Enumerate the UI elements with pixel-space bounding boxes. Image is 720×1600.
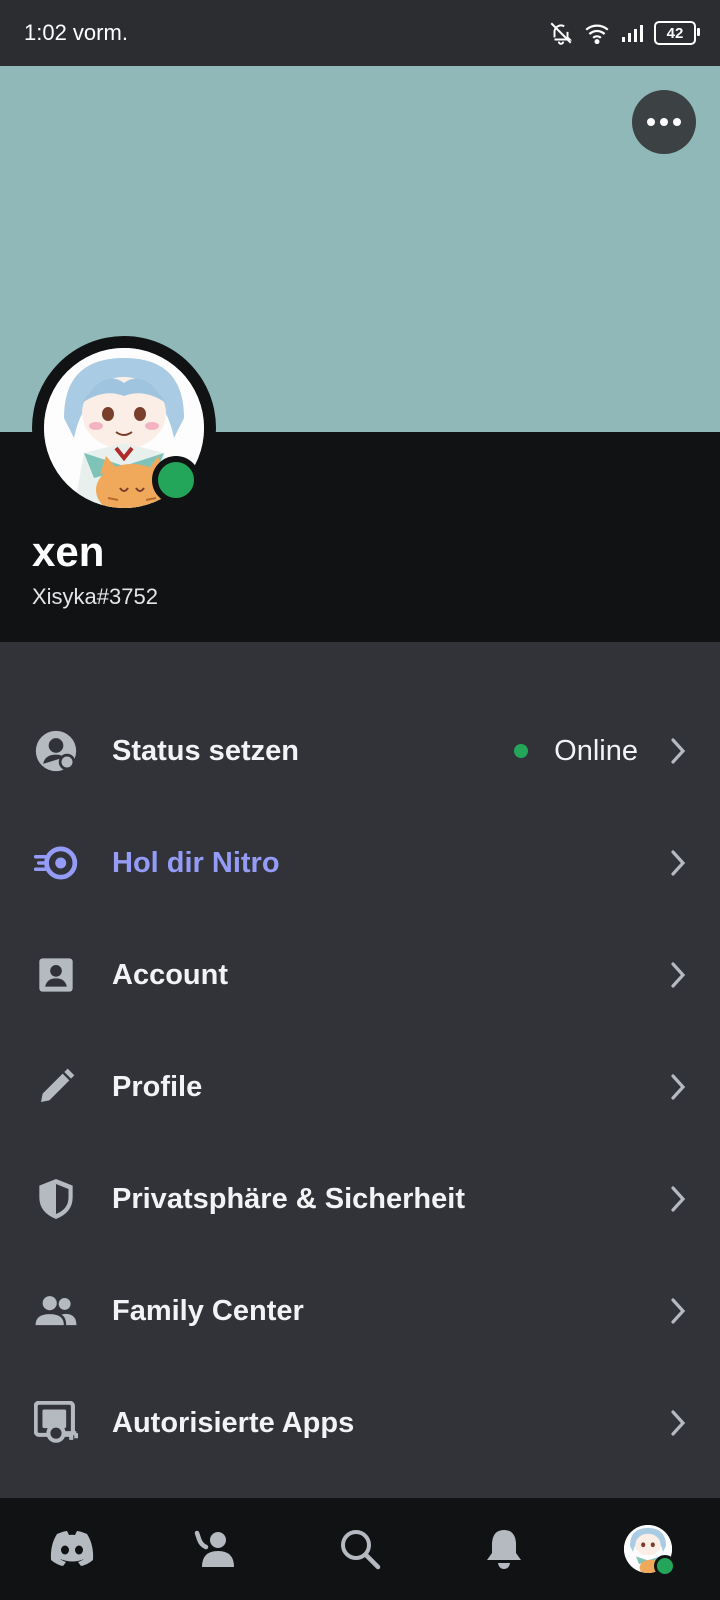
bell-muted-icon (550, 22, 573, 45)
friends-icon (194, 1530, 234, 1567)
battery-level: 42 (666, 24, 684, 42)
menu-item-label: Profile (112, 1070, 203, 1103)
menu-item-account[interactable]: Account (0, 919, 720, 1031)
menu-item-label: Autorisierte Apps (112, 1406, 355, 1439)
battery-indicator: 42 (654, 21, 700, 45)
status-icons: 42 (548, 20, 700, 46)
username: Xisyka#3752 (32, 584, 158, 609)
more-options-button[interactable] (632, 90, 696, 154)
online-status-dot (654, 1555, 676, 1577)
pencil-icon (34, 1065, 78, 1109)
menu-item-status[interactable]: Status setzen Online (0, 695, 720, 807)
menu-item-label: Status setzen (112, 734, 299, 767)
status-person-icon (34, 729, 78, 773)
online-status-dot (152, 456, 200, 504)
bottom-navigation (0, 1498, 720, 1600)
avatar-ring[interactable] (32, 336, 216, 520)
chevron-right-icon (666, 1407, 690, 1439)
menu-item-privacy[interactable]: Privatsphäre & Sicherheit (0, 1143, 720, 1255)
nav-search[interactable] (330, 1519, 390, 1579)
wifi-icon (585, 24, 609, 44)
discord-home-icon (50, 1531, 94, 1566)
menu-item-label: Hol dir Nitro (112, 846, 280, 879)
settings-menu: Status setzen Online Hol dir Nitro Accou… (0, 695, 720, 1479)
account-card-icon (34, 953, 78, 997)
menu-item-family-center[interactable]: Family Center (0, 1255, 720, 1367)
chevron-right-icon (666, 735, 690, 767)
status-time: 1:02 vorm. (24, 20, 128, 45)
menu-item-label: Account (112, 958, 228, 991)
menu-item-label: Family Center (112, 1294, 304, 1327)
nav-profile[interactable] (618, 1519, 678, 1579)
online-dot-icon (514, 744, 529, 758)
status-value-label: Online (554, 734, 638, 767)
more-dot (660, 118, 668, 126)
status-value: Online (514, 735, 638, 768)
nav-notifications[interactable] (474, 1519, 534, 1579)
more-dot (647, 118, 655, 126)
chevron-right-icon (666, 1183, 690, 1215)
chevron-right-icon (666, 1071, 690, 1103)
chevron-right-icon (666, 847, 690, 879)
menu-item-authorized-apps[interactable]: Autorisierte Apps (0, 1367, 720, 1479)
notifications-bell-icon (487, 1530, 521, 1569)
authorized-apps-icon (34, 1401, 78, 1445)
menu-item-nitro[interactable]: Hol dir Nitro (0, 807, 720, 919)
menu-item-label: Privatsphäre & Sicherheit (112, 1182, 465, 1215)
status-bar: 1:02 vorm. 42 (0, 0, 720, 66)
search-icon (341, 1530, 381, 1570)
nav-friends[interactable] (186, 1519, 246, 1579)
nitro-icon (34, 841, 78, 885)
shield-icon (34, 1177, 78, 1221)
chevron-right-icon (666, 1295, 690, 1327)
signal-icon (622, 25, 643, 42)
chevron-right-icon (666, 959, 690, 991)
menu-item-profile[interactable]: Profile (0, 1031, 720, 1143)
nav-home[interactable] (42, 1519, 102, 1579)
more-dot (673, 118, 681, 126)
display-name: xen (32, 528, 105, 575)
people-icon (34, 1289, 78, 1333)
